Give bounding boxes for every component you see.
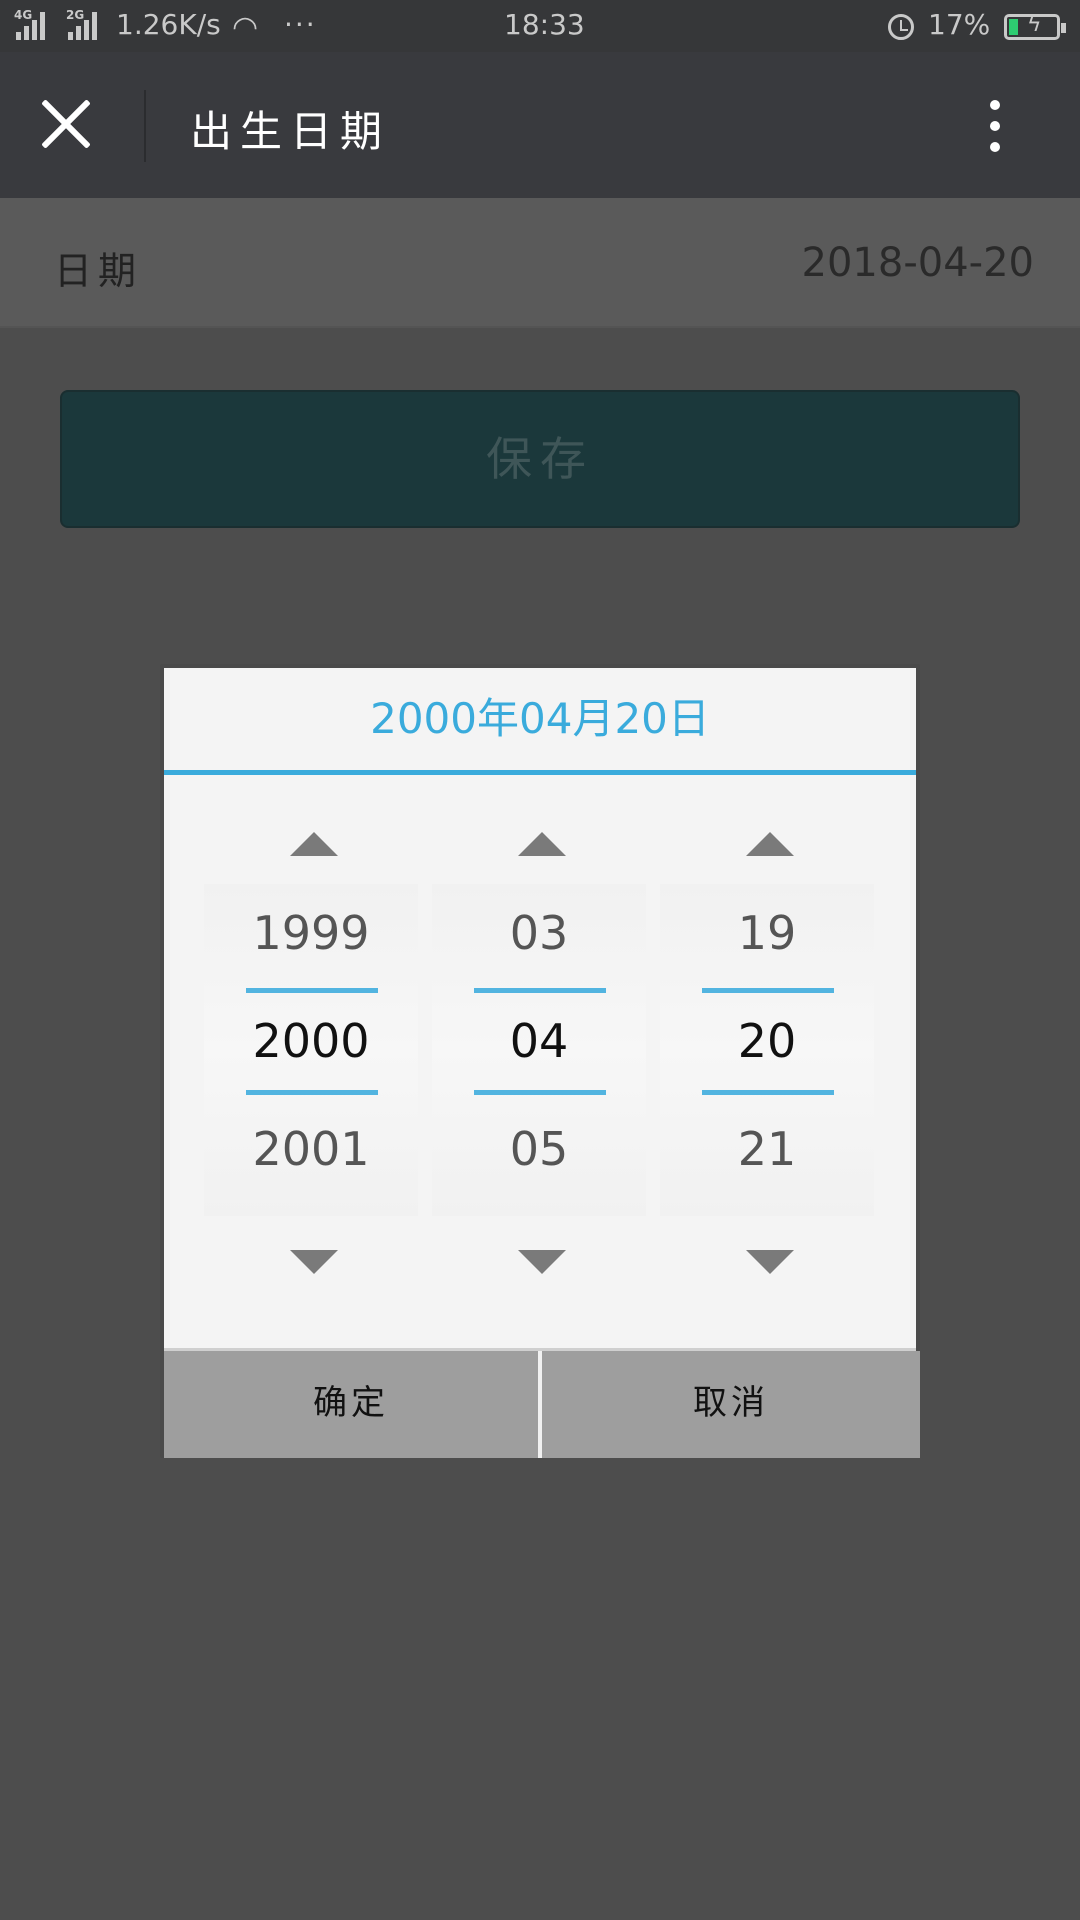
day-selection-line-bottom xyxy=(702,1090,834,1095)
confirm-button[interactable]: 确定 xyxy=(164,1351,538,1458)
year-prev[interactable]: 1999 xyxy=(204,906,418,960)
day-down-arrow-icon[interactable] xyxy=(746,1250,794,1274)
day-next[interactable]: 21 xyxy=(660,1122,874,1176)
signal-icon: 4G xyxy=(14,8,48,40)
year-picker-column[interactable]: 1999 2000 2001 xyxy=(204,884,418,1216)
wifi-icon: ◠ xyxy=(232,10,259,45)
date-value: 2018-04-20 xyxy=(801,240,1034,286)
battery-icon: ϟ xyxy=(1004,12,1066,40)
battery-level xyxy=(1009,19,1018,35)
month-down-arrow-icon[interactable] xyxy=(518,1250,566,1274)
network-speed: 1.26K/s xyxy=(116,8,221,41)
network-type-label: 2G xyxy=(66,8,85,22)
dialog-button-bar: 确定 取消 xyxy=(164,1348,920,1458)
date-label: 日期 xyxy=(54,249,143,293)
save-button[interactable]: 保存 xyxy=(60,390,1020,528)
cancel-button[interactable]: 取消 xyxy=(542,1351,920,1458)
app-header: 出生日期 xyxy=(0,52,1080,198)
month-up-arrow-icon[interactable] xyxy=(518,832,566,856)
close-icon[interactable] xyxy=(40,98,92,150)
year-next[interactable]: 2001 xyxy=(204,1122,418,1176)
day-selection-line-top xyxy=(702,988,834,993)
month-prev[interactable]: 03 xyxy=(432,906,646,960)
day-prev[interactable]: 19 xyxy=(660,906,874,960)
network-type-label: 4G xyxy=(14,8,33,22)
status-bar: 4G 2G 1.26K/s ◠ ··· 18:33 17% ϟ xyxy=(0,0,1080,52)
alarm-icon xyxy=(888,14,914,40)
month-next[interactable]: 05 xyxy=(432,1122,646,1176)
day-up-arrow-icon[interactable] xyxy=(746,832,794,856)
signal-icon: 2G xyxy=(66,8,106,40)
year-down-arrow-icon[interactable] xyxy=(290,1250,338,1274)
month-selection-line-bottom xyxy=(474,1090,606,1095)
day-selected[interactable]: 20 xyxy=(660,1014,874,1068)
month-picker-column[interactable]: 03 04 05 xyxy=(432,884,646,1216)
dialog-title-underline xyxy=(164,770,916,775)
more-notifications: ··· xyxy=(284,8,317,41)
battery-percent: 17% xyxy=(928,8,991,41)
page-title: 出生日期 xyxy=(190,107,391,156)
year-selected[interactable]: 2000 xyxy=(204,1014,418,1068)
year-up-arrow-icon[interactable] xyxy=(290,832,338,856)
month-selected[interactable]: 04 xyxy=(432,1014,646,1068)
year-selection-line-bottom xyxy=(246,1090,378,1095)
date-picker-dialog: 2000年04月20日 1999 2000 2001 03 04 05 19 2… xyxy=(160,664,920,1458)
month-selection-line-top xyxy=(474,988,606,993)
more-vertical-icon[interactable] xyxy=(980,96,1010,156)
dialog-title: 2000年04月20日 xyxy=(370,694,710,743)
date-row[interactable]: 日期 2018-04-20 xyxy=(0,198,1080,328)
header-divider xyxy=(144,90,146,162)
day-picker-column[interactable]: 19 20 21 xyxy=(660,884,874,1216)
year-selection-line-top xyxy=(246,988,378,993)
clock: 18:33 xyxy=(504,8,585,41)
